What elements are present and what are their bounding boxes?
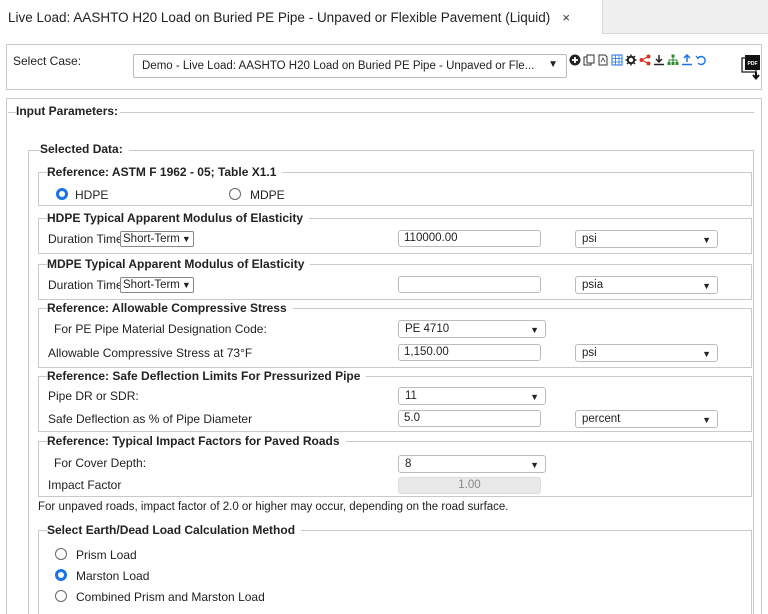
radio-mdpe[interactable] (229, 188, 241, 200)
safe-deflection-unit-select[interactable]: percent ▼ (575, 410, 718, 428)
case-select[interactable]: Demo - Live Load: AASHTO H20 Load on Bur… (133, 54, 567, 78)
pdf-doc-icon[interactable] (597, 53, 609, 67)
impact-factor-input: 1.00 (398, 477, 541, 494)
safe-deflection-label: Safe Deflection as % of Pipe Diameter (48, 412, 253, 426)
copy-icon[interactable] (583, 53, 595, 67)
compressive-stress-label: Allowable Compressive Stress at 73°F (48, 346, 253, 360)
radio-marston-load[interactable] (55, 569, 67, 581)
compressive-stress-input[interactable]: 1,150.00 (398, 344, 541, 361)
mdpe-unit-value: psia (582, 279, 604, 291)
tab-bar: Live Load: AASHTO H20 Load on Buried PE … (0, 0, 768, 34)
close-icon[interactable]: × (562, 10, 570, 25)
hdpe-modulus-title: HDPE Typical Apparent Modulus of Elastic… (47, 211, 310, 225)
chevron-down-icon: ▼ (702, 349, 711, 359)
svg-text:PDF: PDF (748, 61, 758, 67)
legend-line (120, 112, 754, 113)
compressive-stress-unit-select[interactable]: psi ▼ (575, 344, 718, 362)
case-select-value: Demo - Live Load: AASHTO H20 Load on Bur… (142, 60, 535, 72)
tab-title: Live Load: AASHTO H20 Load on Buried PE … (8, 9, 551, 25)
input-parameters-title: Input Parameters: (16, 104, 125, 118)
gear-icon[interactable] (625, 53, 637, 67)
tab-live-load[interactable]: Live Load: AASHTO H20 Load on Buried PE … (0, 0, 603, 34)
astm-reference-title: Reference: ASTM F 1962 - 05; Table X1.1 (47, 165, 283, 179)
safe-deflection-input[interactable]: 5.0 (398, 410, 541, 427)
download-icon[interactable] (653, 53, 665, 67)
designation-code-value: PE 4710 (405, 323, 450, 335)
mdpe-duration-select[interactable]: Short-Term ▼ (120, 277, 194, 293)
radio-hdpe-label: HDPE (75, 188, 109, 202)
safe-deflection-unit-value: percent (582, 413, 621, 425)
cover-depth-label: For Cover Depth: (54, 456, 147, 470)
chevron-down-icon: ▼ (702, 281, 711, 291)
hdpe-duration-label: Duration Time (48, 232, 123, 246)
share-icon[interactable] (639, 53, 651, 67)
selected-data-title: Selected Data: (40, 142, 129, 156)
mdpe-duration-label: Duration Time (48, 278, 123, 292)
hdpe-duration-value: Short-Term (123, 233, 180, 245)
designation-code-select[interactable]: PE 4710 ▼ (398, 320, 546, 338)
unpaved-roads-note: For unpaved roads, impact factor of 2.0 … (38, 501, 509, 513)
chevron-down-icon: ▼ (181, 280, 191, 290)
hdpe-duration-select[interactable]: Short-Term ▼ (120, 231, 194, 247)
astm-reference-group: Reference: ASTM F 1962 - 05; Table X1.1 (38, 165, 752, 206)
hdpe-unit-value: psi (582, 233, 597, 245)
pipe-dr-select[interactable]: 11 ▼ (398, 387, 546, 405)
earth-load-method-title: Select Earth/Dead Load Calculation Metho… (47, 523, 302, 537)
pipe-dr-label: Pipe DR or SDR: (48, 389, 139, 403)
upload-icon[interactable] (681, 53, 693, 67)
compressive-stress-unit-value: psi (582, 347, 597, 359)
mdpe-modulus-title: MDPE Typical Apparent Modulus of Elastic… (47, 257, 311, 271)
plus-icon[interactable] (569, 53, 581, 67)
chevron-down-icon: ▼ (702, 415, 711, 425)
designation-code-label: For PE Pipe Material Designation Code: (54, 322, 267, 336)
radio-combined-load[interactable] (55, 590, 67, 602)
mdpe-unit-select[interactable]: psia ▼ (575, 276, 718, 294)
chevron-down-icon: ▼ (548, 59, 558, 70)
legend-line (8, 112, 16, 113)
mdpe-modulus-input[interactable] (398, 276, 541, 293)
radio-hdpe[interactable] (56, 188, 68, 200)
deflection-limits-title: Reference: Safe Deflection Limits For Pr… (47, 369, 367, 383)
case-panel: Select Case: Demo - Live Load: AASHTO H2… (6, 44, 762, 90)
radio-marston-load-label: Marston Load (76, 569, 150, 583)
undo-icon[interactable] (695, 53, 707, 67)
hdpe-unit-select[interactable]: psi ▼ (575, 230, 718, 248)
chevron-down-icon: ▼ (530, 392, 539, 402)
impact-factor-label: Impact Factor (48, 478, 122, 492)
chevron-down-icon: ▼ (181, 234, 191, 244)
mdpe-duration-value: Short-Term (123, 279, 180, 291)
hdpe-modulus-input[interactable]: 110000.00 (398, 230, 541, 247)
impact-factors-title: Reference: Typical Impact Factors for Pa… (47, 434, 346, 448)
export-pdf-icon[interactable]: PDF (741, 53, 763, 81)
toolbar (569, 53, 707, 67)
chevron-down-icon: ▼ (702, 235, 711, 245)
radio-prism-load-label: Prism Load (76, 548, 137, 562)
table-icon[interactable] (611, 53, 623, 67)
hierarchy-icon[interactable] (667, 53, 679, 67)
radio-combined-load-label: Combined Prism and Marston Load (76, 590, 265, 604)
chevron-down-icon: ▼ (530, 325, 539, 335)
radio-prism-load[interactable] (55, 548, 67, 560)
select-case-label: Select Case: (13, 54, 82, 68)
cover-depth-select[interactable]: 8 ▼ (398, 455, 546, 473)
compressive-stress-title: Reference: Allowable Compressive Stress (47, 301, 293, 315)
chevron-down-icon: ▼ (530, 460, 539, 470)
cover-depth-value: 8 (405, 458, 412, 470)
pipe-dr-value: 11 (405, 390, 417, 402)
radio-mdpe-label: MDPE (250, 188, 285, 202)
